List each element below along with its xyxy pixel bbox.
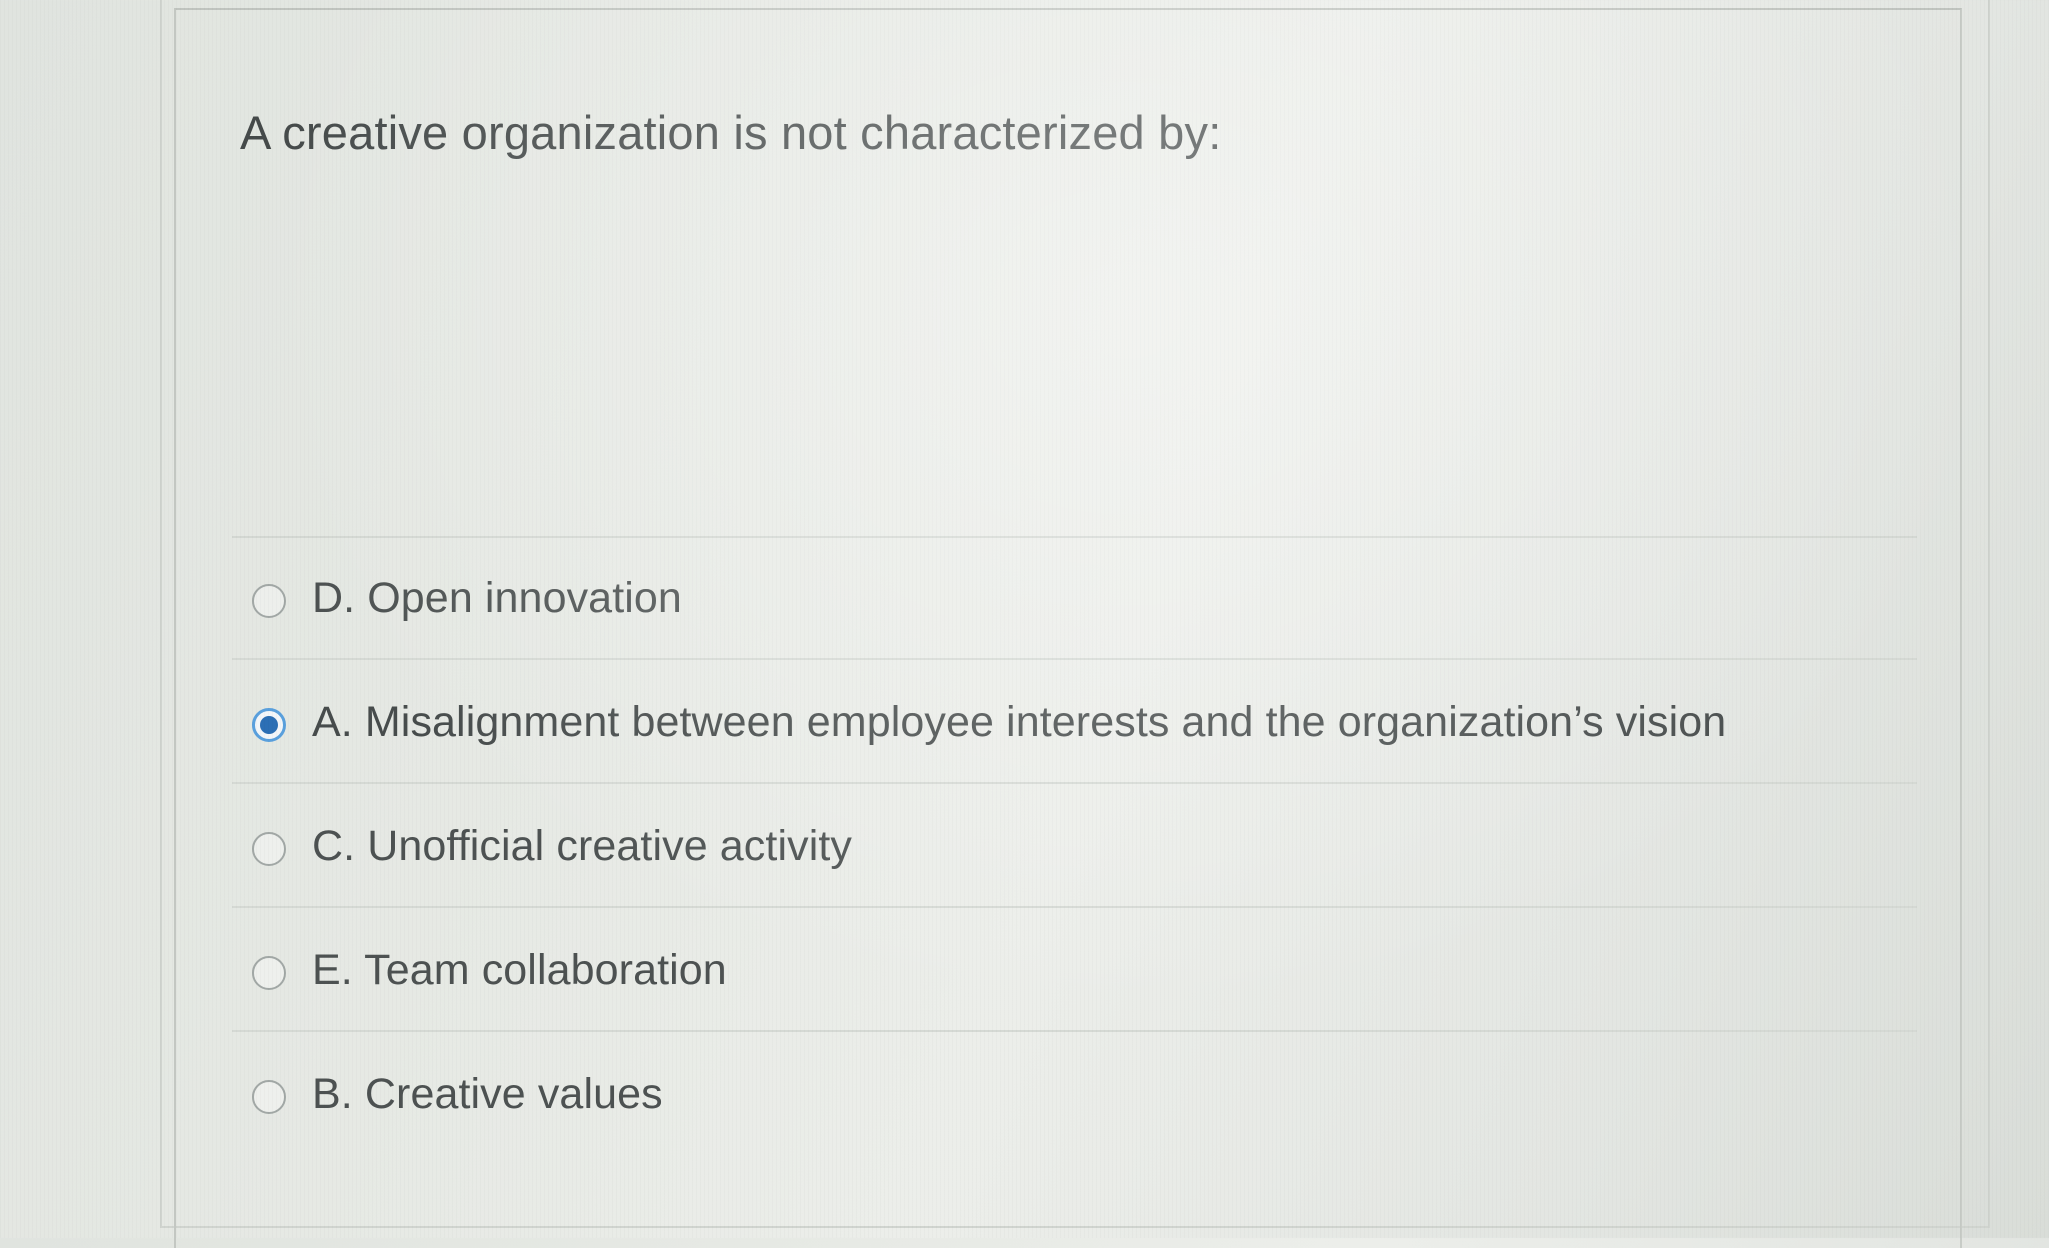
radio-button-b[interactable] — [252, 1080, 286, 1114]
option-b[interactable]: B. Creative values — [232, 1032, 1917, 1156]
radio-button-d[interactable] — [252, 584, 286, 618]
option-c-label[interactable]: C. Unofficial creative activity — [312, 822, 852, 871]
answer-options-list: D. Open innovation A. Misalignment betwe… — [232, 536, 1917, 1156]
question-text: A creative organization is not character… — [240, 106, 1222, 159]
option-e[interactable]: E. Team collaboration — [232, 908, 1917, 1032]
option-d-label[interactable]: D. Open innovation — [312, 574, 682, 623]
option-c[interactable]: C. Unofficial creative activity — [232, 784, 1917, 908]
radio-button-c[interactable] — [252, 832, 286, 866]
option-b-label[interactable]: B. Creative values — [312, 1070, 663, 1119]
option-a[interactable]: A. Misalignment between employee interes… — [232, 660, 1917, 784]
radio-button-a-selected[interactable] — [252, 708, 286, 742]
option-d[interactable]: D. Open innovation — [232, 536, 1917, 660]
radio-button-e[interactable] — [252, 956, 286, 990]
option-e-label[interactable]: E. Team collaboration — [312, 946, 727, 995]
option-a-label[interactable]: A. Misalignment between employee interes… — [312, 698, 1726, 747]
